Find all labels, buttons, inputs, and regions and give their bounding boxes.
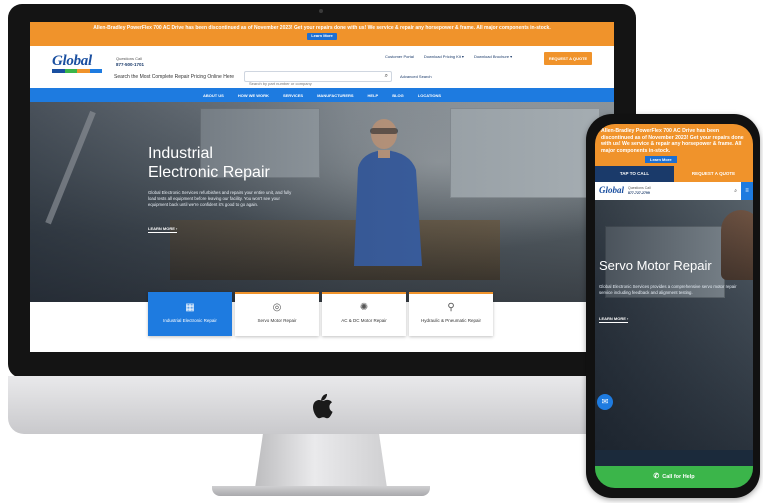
main-nav: ABOUT US HOW WE WORK SERVICES MANUFACTUR… [30, 88, 614, 102]
mobile-hero-description: Global Electronic Services provides a co… [599, 284, 737, 296]
camera-dot [319, 9, 323, 13]
mobile-cta-tabs: TAP TO CALL REQUEST A QUOTE [595, 166, 753, 182]
hero-description: Global Electronic Services refurbishes a… [148, 190, 292, 208]
desktop-screen: Allen-Bradley PowerFlex 700 AC Drive has… [30, 22, 614, 352]
mobile-phone-block: Questions Call 877-727-2799 [628, 186, 651, 195]
hamburger-menu-icon[interactable]: ≡ [741, 182, 753, 200]
mobile-announcement-text: Allen-Bradley PowerFlex 700 AC Drive has… [601, 128, 744, 154]
announcement-text: Allen-Bradley PowerFlex 700 AC Drive has… [93, 25, 551, 31]
header-phone: Questions Call 877-500-1701 [116, 56, 144, 68]
hero-banner: Industrial Electronic Repair Global Elec… [30, 102, 614, 302]
mobile-hero: Servo Motor Repair Global Electronic Ser… [595, 200, 753, 450]
hero-overlay [30, 102, 614, 302]
nav-item-locations[interactable]: LOCATIONS [418, 93, 441, 98]
customer-portal-link[interactable]: Customer Portal [385, 54, 414, 59]
motor-icon: ✺ [359, 302, 369, 313]
service-card-industrial-electronic[interactable]: ▦ Industrial Electronic Repair [148, 292, 232, 336]
download-brochure-link[interactable]: Download Brochure ▾ [474, 54, 512, 59]
apple-logo-icon [313, 393, 333, 419]
nav-item-how-we-work[interactable]: HOW WE WORK [238, 93, 269, 98]
imac-stand-neck [255, 434, 387, 488]
call-for-help-button[interactable]: ✆ Call for Help [595, 466, 753, 488]
search-input[interactable] [245, 79, 370, 88]
servo-motor-icon: ◎ [272, 302, 282, 313]
tap-to-call-tab[interactable]: TAP TO CALL [595, 166, 674, 182]
hero-title-line: Industrial [148, 145, 213, 162]
mobile-hero-learn-more-link[interactable]: LEARN MORE › [599, 316, 629, 323]
nav-item-blog[interactable]: BLOG [392, 93, 404, 98]
search-icon[interactable]: ⌕ [385, 73, 388, 80]
announcement-bar: Allen-Bradley PowerFlex 700 AC Drive has… [30, 22, 614, 46]
hero-learn-more-link[interactable]: LEARN MORE › [148, 226, 178, 233]
mobile-screen: Allen-Bradley PowerFlex 700 AC Drive has… [595, 124, 753, 488]
logo-color-bar [52, 69, 102, 73]
nav-item-manufacturers[interactable]: MANUFACTURERS [317, 93, 353, 98]
announcement-learn-more-button[interactable]: Learn More [307, 33, 337, 40]
mobile-phone-number[interactable]: 877-727-2799 [628, 191, 650, 195]
service-card-servo-motor[interactable]: ◎ Servo Motor Repair [235, 292, 319, 336]
hero-title-line: Electronic Repair [148, 164, 270, 182]
mobile-logo[interactable]: Global [599, 185, 624, 195]
service-card-ac-dc-motor[interactable]: ✺ AC & DC Motor Repair [322, 292, 406, 336]
call-for-help-label: Call for Help [662, 474, 695, 480]
device-mockup-stage: Allen-Bradley PowerFlex 700 AC Drive has… [0, 0, 763, 503]
service-cards: ▦ Industrial Electronic Repair ◎ Servo M… [148, 292, 493, 336]
mobile-hero-overlay [595, 200, 753, 450]
search-box: ⌕ [244, 71, 392, 88]
service-card-hydraulic-pneumatic[interactable]: ⚲ Hydraulic & Pneumatic Repair [409, 292, 493, 336]
hero-title: Industrial Electronic Repair [148, 144, 270, 182]
mobile-header: Global Questions Call 877-727-2799 ⌕ ≡ [595, 182, 753, 200]
logo-text: Global [52, 53, 92, 69]
site-header: Global Questions Call 877-500-1701 Custo… [30, 46, 614, 88]
service-card-label: Servo Motor Repair [257, 318, 297, 323]
email-icon[interactable]: ✉ [597, 394, 613, 410]
request-quote-tab[interactable]: REQUEST A QUOTE [674, 166, 753, 182]
header-top-links: Customer Portal Download Pricing Kit ▾ D… [385, 54, 512, 59]
mobile-learn-more-button[interactable]: Learn More [645, 156, 677, 163]
nav-item-about[interactable]: ABOUT US [203, 93, 224, 98]
mobile-hero-title: Servo Motor Repair [599, 258, 712, 273]
phone-number[interactable]: 877-500-1701 [116, 62, 144, 67]
mobile-announcement-bar: Allen-Bradley PowerFlex 700 AC Drive has… [595, 124, 753, 166]
phone-icon: ✆ [653, 473, 660, 480]
download-pricing-kit-link[interactable]: Download Pricing Kit ▾ [424, 54, 464, 59]
mobile-search-icon[interactable]: ⌕ [734, 188, 737, 194]
hydraulic-icon: ⚲ [447, 302, 455, 313]
imac-stand-foot [212, 486, 430, 496]
service-card-label: Industrial Electronic Repair [163, 318, 217, 323]
circuit-board-icon: ▦ [185, 302, 195, 313]
nav-item-help[interactable]: HELP [368, 93, 379, 98]
service-card-label: Hydraulic & Pneumatic Repair [420, 318, 482, 323]
service-card-label: AC & DC Motor Repair [341, 318, 387, 323]
advanced-search-link[interactable]: Advanced Search [400, 74, 432, 79]
search-label: Search the Most Complete Repair Pricing … [114, 74, 235, 80]
global-logo[interactable]: Global [52, 53, 108, 77]
nav-item-services[interactable]: SERVICES [283, 93, 303, 98]
request-quote-button[interactable]: REQUEST A QUOTE [544, 52, 592, 65]
